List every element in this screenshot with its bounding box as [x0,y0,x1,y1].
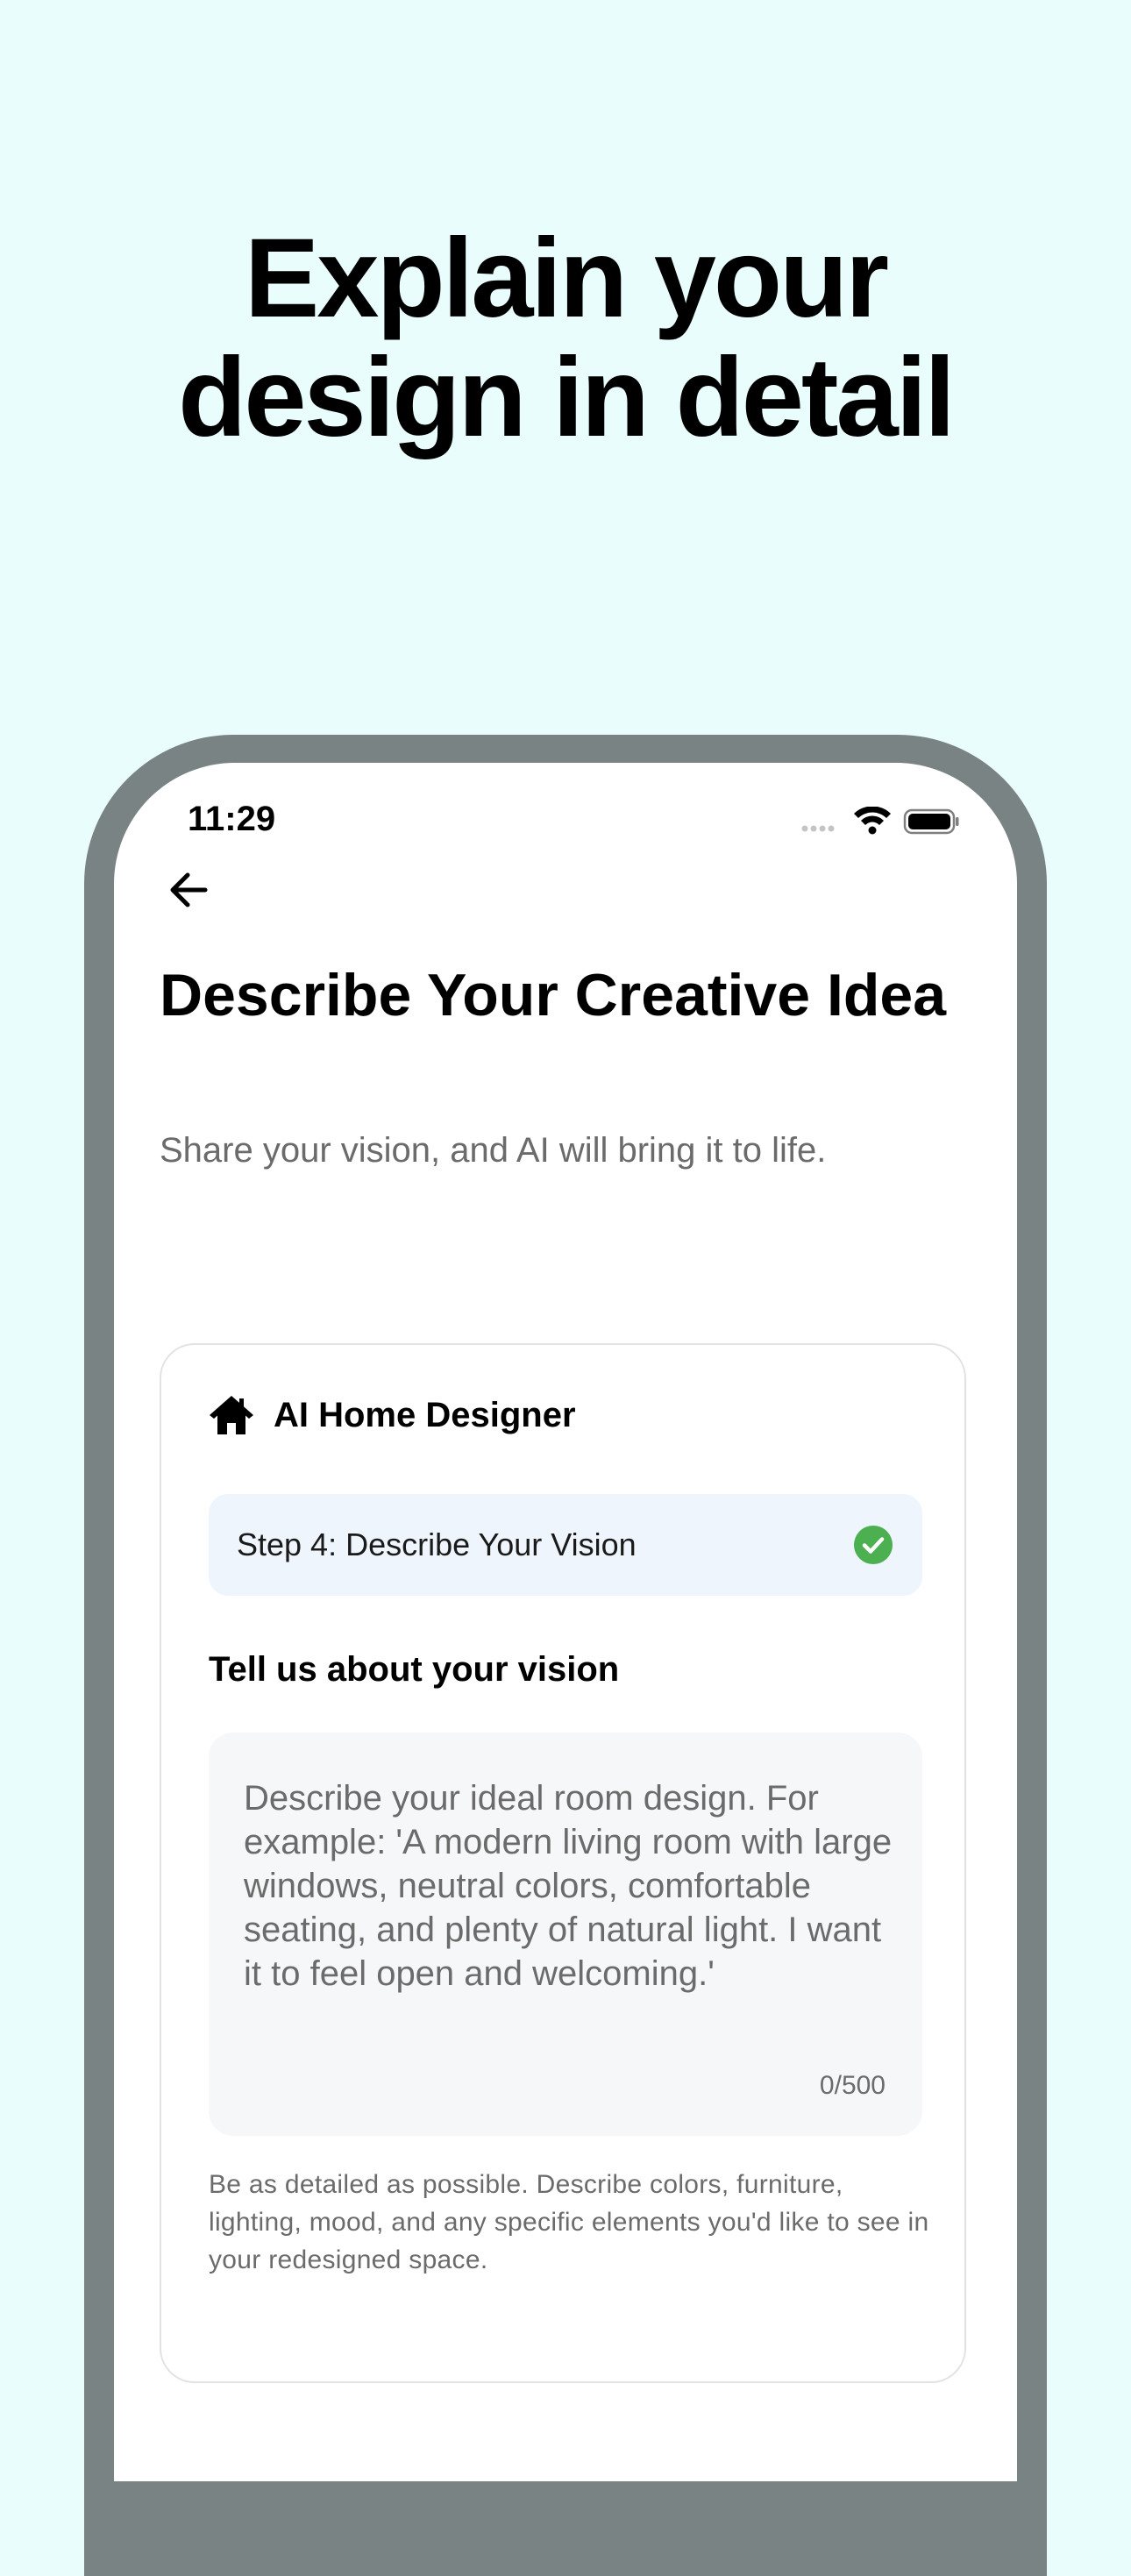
check-circle-icon [854,1526,893,1564]
page-title: Describe Your Creative Idea [160,962,947,1028]
status-icons-svg [801,807,959,835]
card-title: AI Home Designer [274,1395,576,1434]
promo-headline-line2: design in detail [178,335,956,460]
promo-headline: Explain your design in detail [0,219,1131,458]
app-screen: 11:29 Describe Your Creative Idea Share … [114,763,1017,2481]
card-header: AI Home Designer [209,1394,576,1436]
step-label: Step 4: Describe Your Vision [237,1526,637,1562]
home-icon [210,1396,253,1434]
page-subtitle: Share your vision, and AI will bring it … [160,1131,827,1170]
wifi-icon [854,807,891,835]
signal-icon [801,825,835,832]
back-button[interactable] [163,864,216,916]
status-time: 11:29 [188,800,276,838]
step-banner: Step 4: Describe Your Vision [209,1494,922,1596]
character-counter: 0/500 [819,2071,886,2100]
promo-headline-line1: Explain your [244,216,889,341]
vision-textarea[interactable] [244,1776,893,2074]
vision-input-box[interactable]: 0/500 [209,1733,922,2136]
arrow-left-icon [170,872,208,907]
help-text: Be as detailed as possible. Describe col… [209,2170,929,2274]
status-icons [801,807,959,836]
section-heading: Tell us about your vision [209,1650,620,1689]
designer-card: AI Home Designer Step 4: Describe Your V… [160,1343,966,2383]
battery-icon [903,808,959,835]
